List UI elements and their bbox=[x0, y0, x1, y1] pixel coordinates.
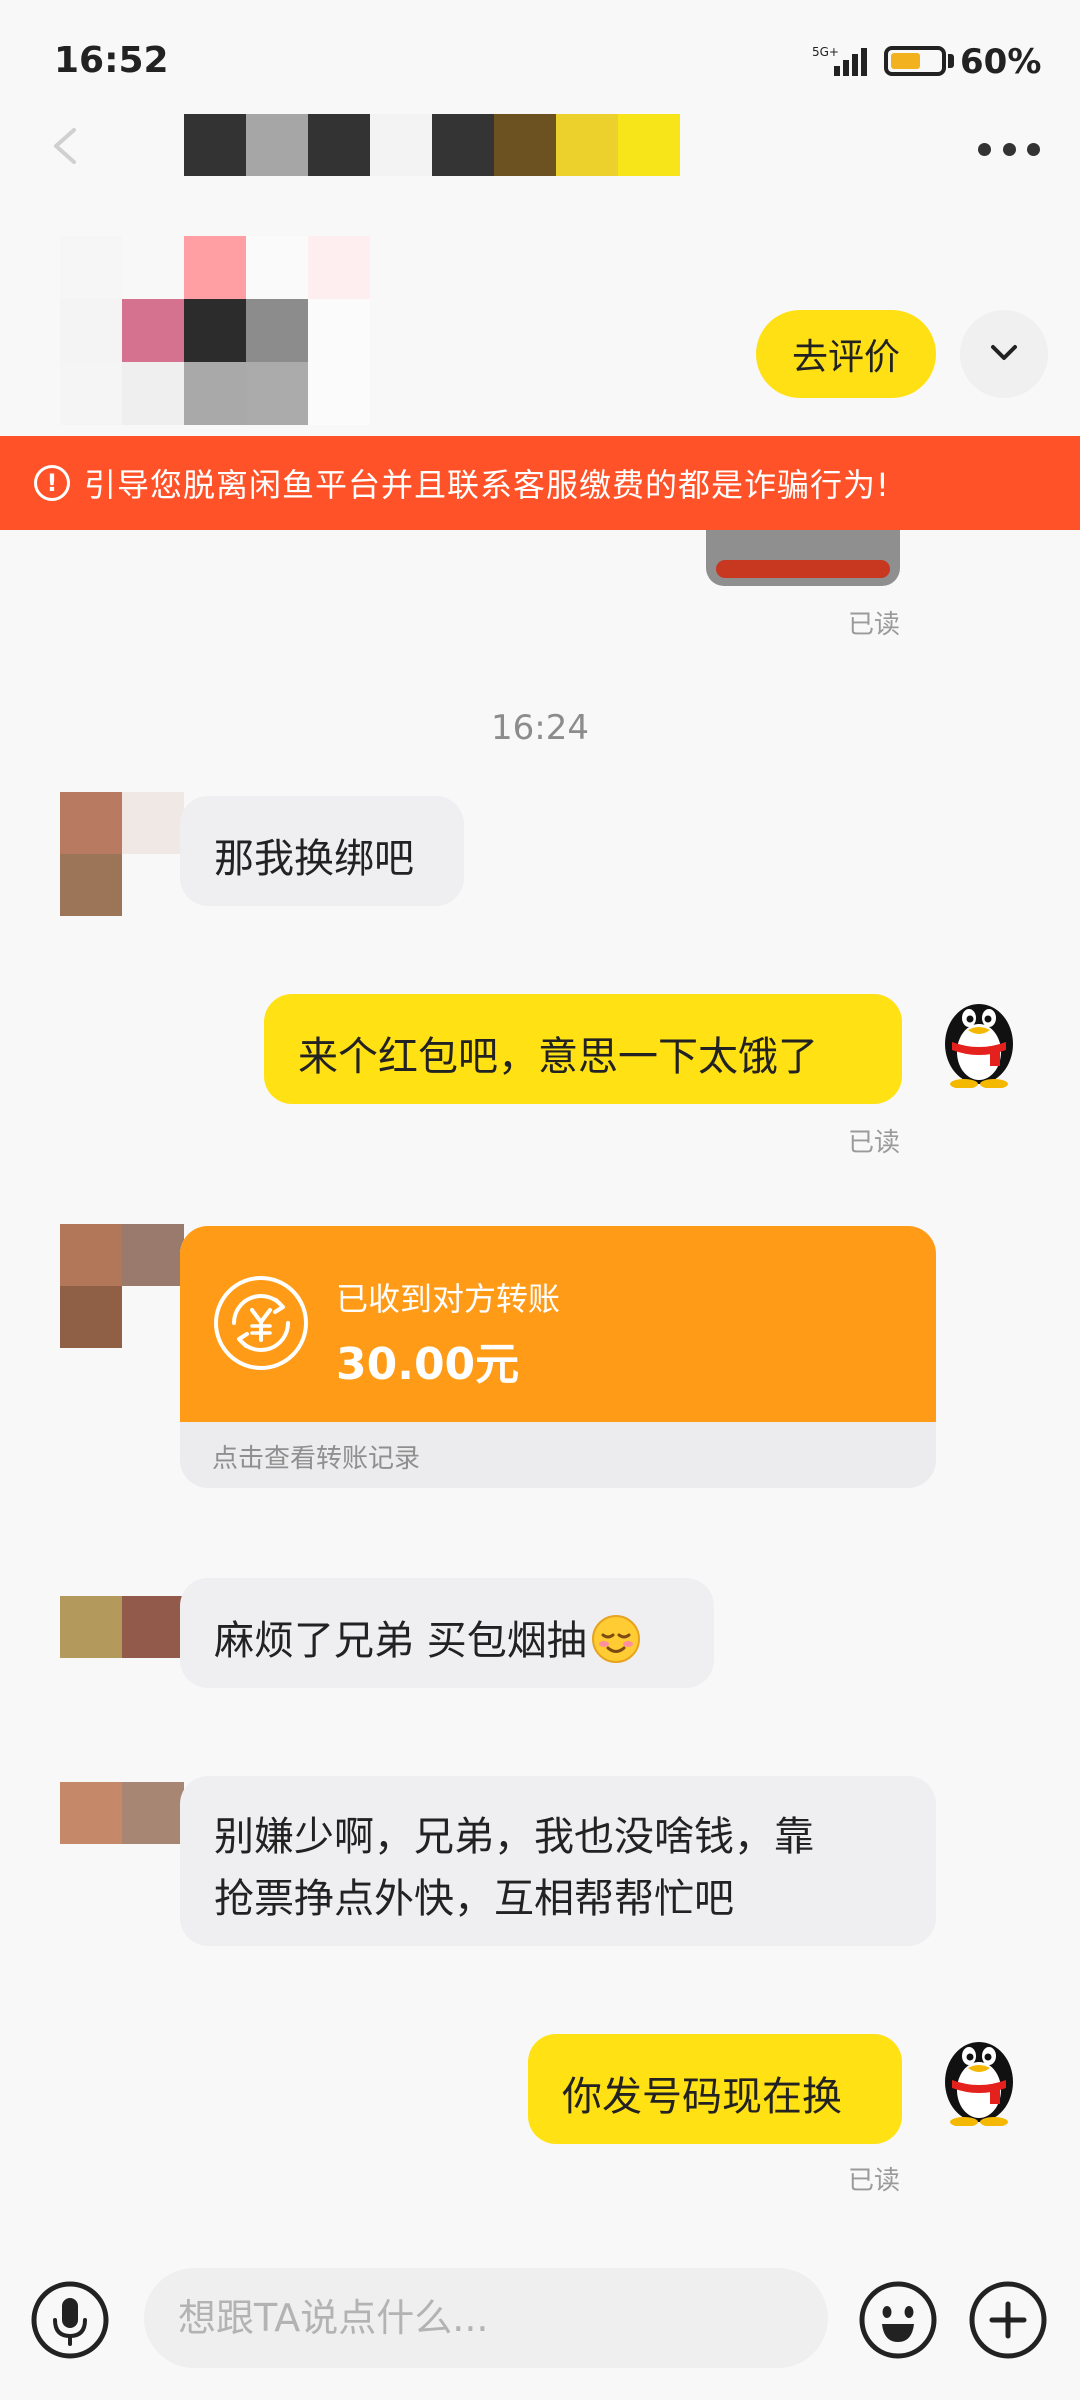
collapse-button[interactable] bbox=[960, 310, 1048, 398]
message-timestamp: 16:24 bbox=[491, 708, 589, 748]
more-options-icon[interactable] bbox=[978, 140, 1040, 158]
message-text-line: 抢票挣点外快，互相帮帮忙吧 bbox=[214, 1876, 734, 1922]
user-avatar-penguin-icon[interactable] bbox=[934, 988, 1024, 1088]
message-input[interactable] bbox=[144, 2268, 828, 2368]
battery-tip bbox=[948, 54, 954, 68]
message-text: 麻烦了兄弟 买包烟抽 bbox=[214, 1618, 587, 1664]
message-text-line: 别嫌少啊，兄弟，我也没啥钱，靠 bbox=[214, 1814, 814, 1860]
transfer-card[interactable]: 已收到对方转账 30.00元 点击查看转账记录 bbox=[180, 1226, 936, 1488]
go-review-button[interactable]: 去评价 bbox=[756, 310, 936, 398]
relieved-face-emoji-icon bbox=[591, 1615, 640, 1663]
voice-input-button[interactable] bbox=[30, 2280, 110, 2360]
read-receipt: 已读 bbox=[848, 1128, 901, 1158]
message-text: 来个红包吧，意思一下太饿了 bbox=[298, 1034, 818, 1080]
battery-icon bbox=[884, 46, 946, 76]
contact-name-pixelated bbox=[184, 114, 680, 176]
transfer-card-header: 已收到对方转账 30.00元 bbox=[180, 1226, 936, 1422]
contact-avatar[interactable] bbox=[60, 792, 184, 916]
microphone-icon bbox=[31, 2281, 109, 2359]
message-text: 那我换绑吧 bbox=[214, 836, 414, 882]
smiley-icon bbox=[859, 2281, 937, 2359]
transfer-title: 已收到对方转账 bbox=[336, 1280, 561, 1318]
more-actions-button[interactable] bbox=[968, 2280, 1048, 2360]
chat-screen: 16:52 5G+ 60% 去评价 ! 引导您脱离闲鱼平台并且联系客服缴费的都是… bbox=[0, 0, 1080, 2400]
transfer-amount: 30.00元 bbox=[336, 1339, 520, 1390]
warning-icon: ! bbox=[34, 465, 70, 501]
status-time: 16:52 bbox=[54, 40, 169, 81]
message-bubble-outgoing[interactable]: 你发号码现在换 bbox=[528, 2034, 902, 2144]
back-icon[interactable] bbox=[44, 124, 88, 168]
message-text: 你发号码现在换 bbox=[562, 2074, 842, 2120]
plus-circle-icon bbox=[969, 2281, 1047, 2359]
message-bubble-outgoing[interactable]: 来个红包吧，意思一下太饿了 bbox=[264, 994, 902, 1104]
product-thumbnail-pixelated[interactable] bbox=[60, 236, 370, 426]
status-bar: 16:52 5G+ 60% bbox=[0, 0, 1080, 120]
input-bar bbox=[0, 2240, 1080, 2400]
signal-icon: 5G+ bbox=[812, 45, 867, 76]
fraud-warning-banner: ! 引导您脱离闲鱼平台并且联系客服缴费的都是诈骗行为! bbox=[0, 436, 1080, 530]
contact-avatar[interactable] bbox=[60, 1596, 184, 1720]
read-receipt: 已读 bbox=[848, 610, 901, 640]
message-bubble-incoming[interactable]: 麻烦了兄弟 买包烟抽 bbox=[180, 1578, 714, 1688]
yen-circle-icon bbox=[214, 1276, 308, 1370]
battery-percent: 60% bbox=[960, 42, 1042, 82]
user-avatar-penguin-icon[interactable] bbox=[934, 2026, 1024, 2126]
message-bubble-incoming[interactable]: 那我换绑吧 bbox=[180, 796, 464, 906]
message-bubble-incoming[interactable]: 别嫌少啊，兄弟，我也没啥钱，靠 抢票挣点外快，互相帮帮忙吧 bbox=[180, 1776, 936, 1946]
warning-text: 引导您脱离闲鱼平台并且联系客服缴费的都是诈骗行为! bbox=[84, 466, 890, 504]
transfer-record-link[interactable]: 点击查看转账记录 bbox=[212, 1438, 420, 1475]
emoji-button[interactable] bbox=[858, 2280, 938, 2360]
read-receipt: 已读 bbox=[848, 2166, 901, 2196]
contact-avatar[interactable] bbox=[60, 1224, 184, 1348]
chevron-down-icon bbox=[991, 344, 1017, 360]
previous-message-card[interactable] bbox=[706, 530, 900, 586]
battery-level bbox=[891, 53, 920, 69]
previous-card-button bbox=[716, 560, 890, 578]
contact-avatar[interactable] bbox=[60, 1782, 184, 1906]
network-type: 5G+ bbox=[812, 45, 839, 59]
